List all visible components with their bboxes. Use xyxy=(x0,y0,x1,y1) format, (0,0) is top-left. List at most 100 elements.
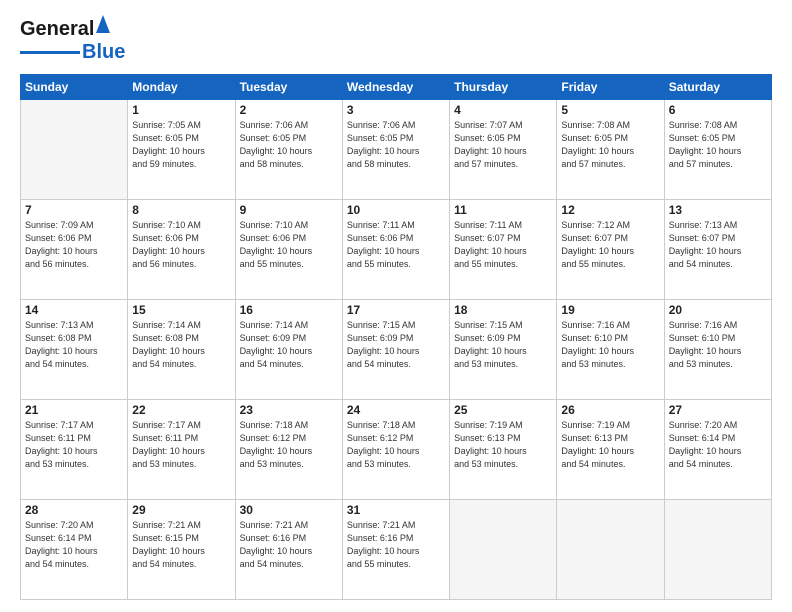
day-info: Sunrise: 7:05 AM Sunset: 6:05 PM Dayligh… xyxy=(132,119,230,171)
day-info: Sunrise: 7:06 AM Sunset: 6:05 PM Dayligh… xyxy=(347,119,445,171)
day-number: 15 xyxy=(132,303,230,317)
calendar-cell: 23 Sunrise: 7:18 AM Sunset: 6:12 PM Dayli… xyxy=(235,400,342,500)
week-row-2: 7 Sunrise: 7:09 AM Sunset: 6:06 PM Daylig… xyxy=(21,200,772,300)
day-number: 22 xyxy=(132,403,230,417)
day-number: 14 xyxy=(25,303,123,317)
day-number: 23 xyxy=(240,403,338,417)
day-info: Sunrise: 7:16 AM Sunset: 6:10 PM Dayligh… xyxy=(669,319,767,371)
calendar-cell: 6Sunrise: 7:08 AM Sunset: 6:05 PM Daylig… xyxy=(664,100,771,200)
calendar-cell: 9Sunrise: 7:10 AM Sunset: 6:06 PM Daylig… xyxy=(235,200,342,300)
weekday-header-monday: Monday xyxy=(128,75,235,100)
day-number: 16 xyxy=(240,303,338,317)
day-number: 18 xyxy=(454,303,552,317)
day-number: 24 xyxy=(347,403,445,417)
calendar-cell: 2Sunrise: 7:06 AM Sunset: 6:05 PM Daylig… xyxy=(235,100,342,200)
calendar-cell: 13 Sunrise: 7:13 AM Sunset: 6:07 PM Dayli… xyxy=(664,200,771,300)
day-info: Sunrise: 7:11 AM Sunset: 6:07 PM Dayligh… xyxy=(454,219,552,271)
calendar-cell: 22Sunrise: 7:17 AM Sunset: 6:11 PM Dayli… xyxy=(128,400,235,500)
calendar-cell xyxy=(450,500,557,600)
calendar-cell: 31 Sunrise: 7:21 AM Sunset: 6:16 PM Dayli… xyxy=(342,500,449,600)
calendar-cell: 18 Sunrise: 7:15 AM Sunset: 6:09 PM Dayli… xyxy=(450,300,557,400)
day-info: Sunrise: 7:19 AM Sunset: 6:13 PM Dayligh… xyxy=(561,419,659,471)
calendar-cell: 28 Sunrise: 7:20 AM Sunset: 6:14 PM Dayli… xyxy=(21,500,128,600)
week-row-3: 14 Sunrise: 7:13 AM Sunset: 6:08 PM Dayli… xyxy=(21,300,772,400)
day-number: 7 xyxy=(25,203,123,217)
day-number: 17 xyxy=(347,303,445,317)
day-info: Sunrise: 7:08 AM Sunset: 6:05 PM Dayligh… xyxy=(669,119,767,171)
calendar-cell: 7 Sunrise: 7:09 AM Sunset: 6:06 PM Daylig… xyxy=(21,200,128,300)
weekday-header-sunday: Sunday xyxy=(21,75,128,100)
day-info: Sunrise: 7:20 AM Sunset: 6:14 PM Dayligh… xyxy=(669,419,767,471)
calendar-cell: 8 Sunrise: 7:10 AM Sunset: 6:06 PM Daylig… xyxy=(128,200,235,300)
logo: General Blue xyxy=(20,18,125,64)
calendar-cell: 17 Sunrise: 7:15 AM Sunset: 6:09 PM Dayli… xyxy=(342,300,449,400)
calendar-cell: 25 Sunrise: 7:19 AM Sunset: 6:13 PM Dayli… xyxy=(450,400,557,500)
day-info: Sunrise: 7:21 AM Sunset: 6:16 PM Dayligh… xyxy=(240,519,338,571)
day-number: 10 xyxy=(347,203,445,217)
day-number: 5 xyxy=(561,103,659,117)
calendar-cell: 16 Sunrise: 7:14 AM Sunset: 6:09 PM Dayli… xyxy=(235,300,342,400)
calendar-cell: 27 Sunrise: 7:20 AM Sunset: 6:14 PM Dayli… xyxy=(664,400,771,500)
weekday-header-saturday: Saturday xyxy=(664,75,771,100)
day-info: Sunrise: 7:12 AM Sunset: 6:07 PM Dayligh… xyxy=(561,219,659,271)
day-number: 25 xyxy=(454,403,552,417)
day-number: 20 xyxy=(669,303,767,317)
day-number: 21 xyxy=(25,403,123,417)
calendar-cell: 11 Sunrise: 7:11 AM Sunset: 6:07 PM Dayli… xyxy=(450,200,557,300)
day-info: Sunrise: 7:21 AM Sunset: 6:15 PM Dayligh… xyxy=(132,519,230,571)
calendar-cell: 26 Sunrise: 7:19 AM Sunset: 6:13 PM Dayli… xyxy=(557,400,664,500)
calendar-cell xyxy=(557,500,664,600)
weekday-header-tuesday: Tuesday xyxy=(235,75,342,100)
day-info: Sunrise: 7:14 AM Sunset: 6:09 PM Dayligh… xyxy=(240,319,338,371)
day-number: 28 xyxy=(25,503,123,517)
day-info: Sunrise: 7:11 AM Sunset: 6:06 PM Dayligh… xyxy=(347,219,445,271)
calendar-cell: 10 Sunrise: 7:11 AM Sunset: 6:06 PM Dayli… xyxy=(342,200,449,300)
day-number: 26 xyxy=(561,403,659,417)
week-row-4: 21Sunrise: 7:17 AM Sunset: 6:11 PM Dayli… xyxy=(21,400,772,500)
day-number: 27 xyxy=(669,403,767,417)
day-number: 8 xyxy=(132,203,230,217)
day-info: Sunrise: 7:14 AM Sunset: 6:08 PM Dayligh… xyxy=(132,319,230,371)
calendar-cell: 19Sunrise: 7:16 AM Sunset: 6:10 PM Dayli… xyxy=(557,300,664,400)
calendar-cell: 4 Sunrise: 7:07 AM Sunset: 6:05 PM Daylig… xyxy=(450,100,557,200)
day-info: Sunrise: 7:15 AM Sunset: 6:09 PM Dayligh… xyxy=(347,319,445,371)
calendar-cell: 5 Sunrise: 7:08 AM Sunset: 6:05 PM Daylig… xyxy=(557,100,664,200)
day-number: 12 xyxy=(561,203,659,217)
calendar-table: SundayMondayTuesdayWednesdayThursdayFrid… xyxy=(20,74,772,600)
weekday-header-wednesday: Wednesday xyxy=(342,75,449,100)
day-info: Sunrise: 7:18 AM Sunset: 6:12 PM Dayligh… xyxy=(240,419,338,471)
day-info: Sunrise: 7:09 AM Sunset: 6:06 PM Dayligh… xyxy=(25,219,123,271)
day-number: 4 xyxy=(454,103,552,117)
day-info: Sunrise: 7:10 AM Sunset: 6:06 PM Dayligh… xyxy=(132,219,230,271)
day-number: 2 xyxy=(240,103,338,117)
calendar-cell: 15 Sunrise: 7:14 AM Sunset: 6:08 PM Dayli… xyxy=(128,300,235,400)
calendar-page: General Blue SundayMondayTuesdayWednesda… xyxy=(0,0,792,612)
calendar-cell: 12 Sunrise: 7:12 AM Sunset: 6:07 PM Dayli… xyxy=(557,200,664,300)
calendar-cell xyxy=(21,100,128,200)
day-number: 31 xyxy=(347,503,445,517)
day-number: 3 xyxy=(347,103,445,117)
day-info: Sunrise: 7:19 AM Sunset: 6:13 PM Dayligh… xyxy=(454,419,552,471)
calendar-cell: 20 Sunrise: 7:16 AM Sunset: 6:10 PM Dayli… xyxy=(664,300,771,400)
day-info: Sunrise: 7:13 AM Sunset: 6:07 PM Dayligh… xyxy=(669,219,767,271)
day-number: 11 xyxy=(454,203,552,217)
week-row-5: 28 Sunrise: 7:20 AM Sunset: 6:14 PM Dayli… xyxy=(21,500,772,600)
day-info: Sunrise: 7:07 AM Sunset: 6:05 PM Dayligh… xyxy=(454,119,552,171)
day-info: Sunrise: 7:13 AM Sunset: 6:08 PM Dayligh… xyxy=(25,319,123,371)
calendar-cell xyxy=(664,500,771,600)
day-info: Sunrise: 7:08 AM Sunset: 6:05 PM Dayligh… xyxy=(561,119,659,171)
day-number: 1 xyxy=(132,103,230,117)
day-info: Sunrise: 7:21 AM Sunset: 6:16 PM Dayligh… xyxy=(347,519,445,571)
day-number: 30 xyxy=(240,503,338,517)
day-number: 13 xyxy=(669,203,767,217)
week-row-1: 1 Sunrise: 7:05 AM Sunset: 6:05 PM Daylig… xyxy=(21,100,772,200)
logo-general-text: General xyxy=(20,18,94,41)
weekday-header-friday: Friday xyxy=(557,75,664,100)
calendar-cell: 14 Sunrise: 7:13 AM Sunset: 6:08 PM Dayli… xyxy=(21,300,128,400)
day-info: Sunrise: 7:16 AM Sunset: 6:10 PM Dayligh… xyxy=(561,319,659,371)
day-info: Sunrise: 7:15 AM Sunset: 6:09 PM Dayligh… xyxy=(454,319,552,371)
day-number: 9 xyxy=(240,203,338,217)
day-info: Sunrise: 7:20 AM Sunset: 6:14 PM Dayligh… xyxy=(25,519,123,571)
weekday-header-thursday: Thursday xyxy=(450,75,557,100)
calendar-cell: 24Sunrise: 7:18 AM Sunset: 6:12 PM Dayli… xyxy=(342,400,449,500)
